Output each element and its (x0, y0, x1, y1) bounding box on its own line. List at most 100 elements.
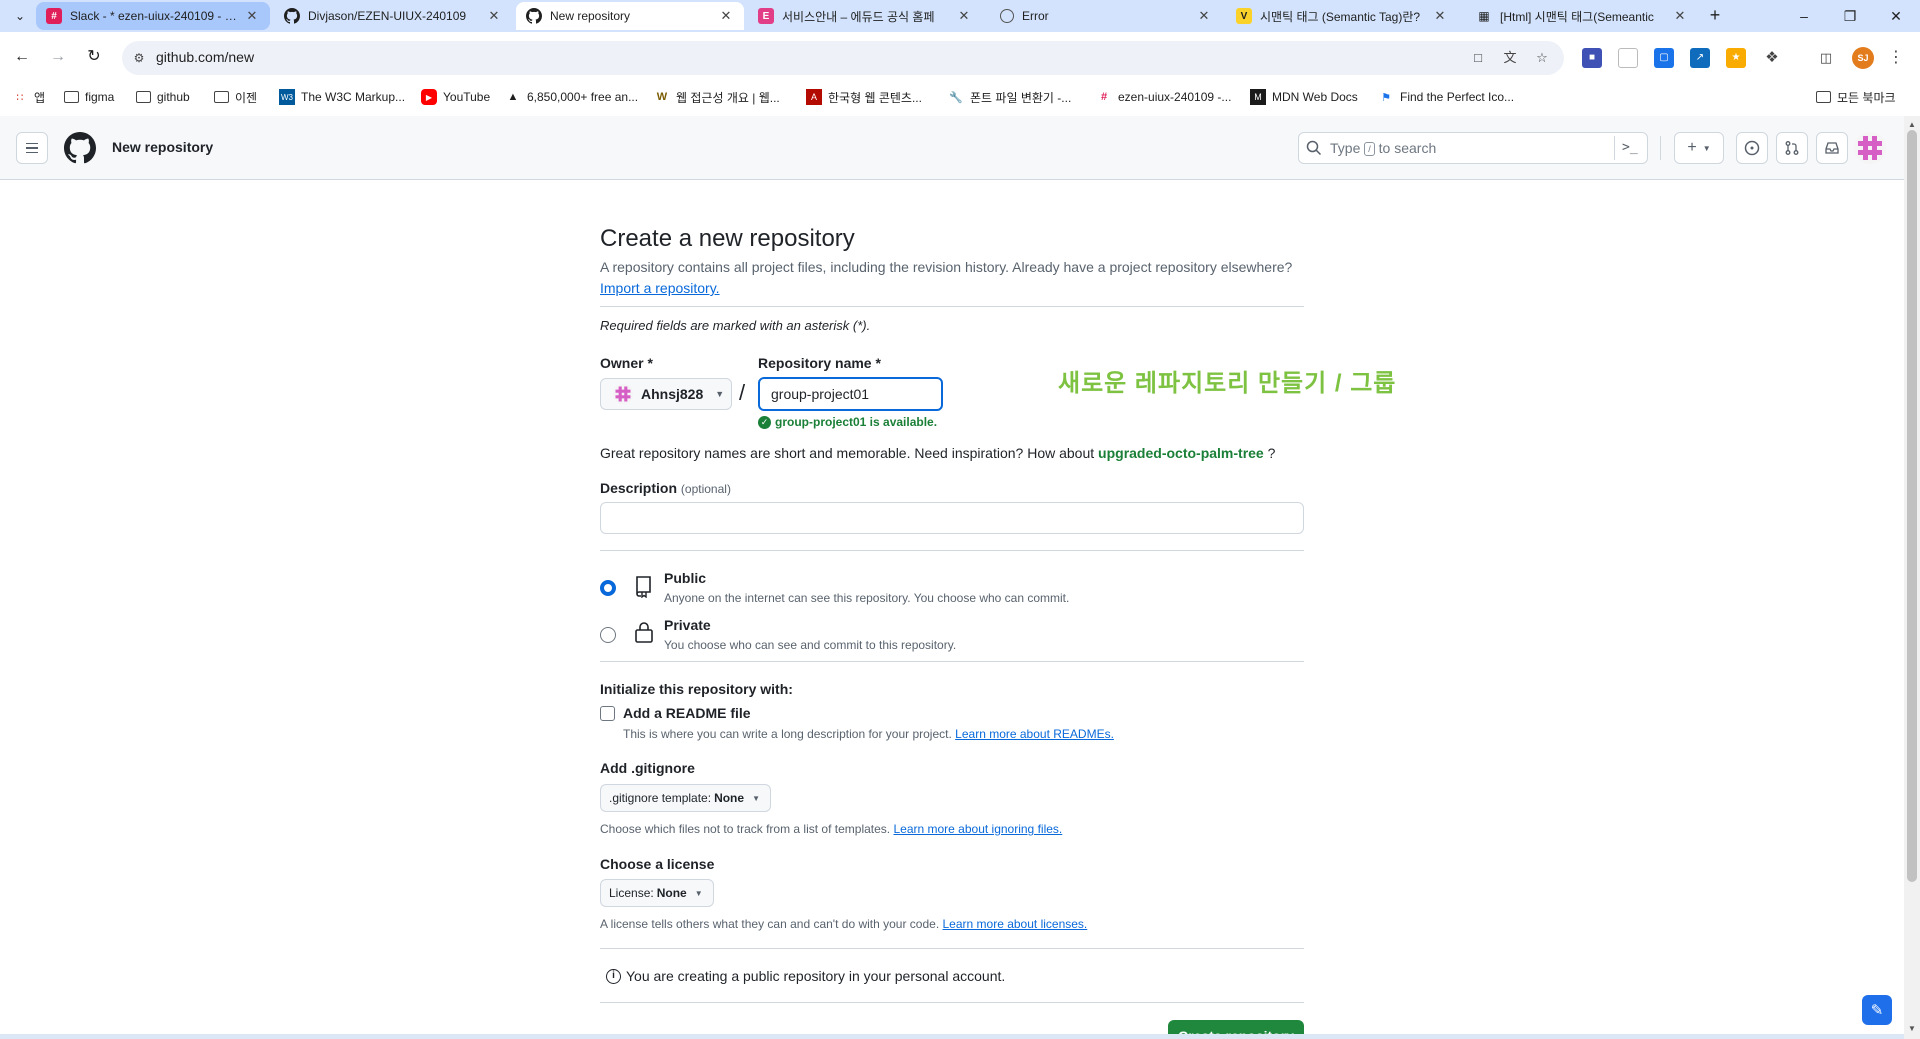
page-context-title[interactable]: New repository (112, 139, 213, 155)
required-fields-note: Required fields are marked with an aster… (600, 318, 871, 333)
public-radio[interactable] (600, 580, 616, 596)
section-divider (600, 550, 1304, 551)
inbox-icon[interactable] (1816, 132, 1848, 164)
tab-title: Divjason/EZEN-UIUX-240109 (308, 9, 467, 23)
side-panel-icon[interactable]: ◫ (1816, 48, 1836, 68)
readme-label[interactable]: Add a README file (623, 705, 751, 721)
bookmark-slack[interactable]: # ezen-uiux-240109 -... (1096, 86, 1231, 108)
pdf-icon: A (806, 89, 822, 105)
address-bar[interactable] (122, 41, 1564, 75)
tab-close-icon[interactable]: ✕ (244, 8, 260, 24)
user-avatar[interactable] (1854, 132, 1886, 164)
repository-name-input[interactable]: group-project01 (758, 377, 943, 411)
triangle-down-icon: ▼ (1702, 143, 1711, 153)
hamburger-menu-icon[interactable] (16, 132, 48, 164)
owner-dropdown[interactable]: Ahnsj828 ▼ (600, 378, 732, 410)
extensions-puzzle-icon[interactable]: ❖ (1762, 48, 1782, 68)
minimize-icon[interactable]: – (1792, 4, 1816, 28)
suggested-name[interactable]: upgraded-octo-palm-tree (1098, 445, 1264, 461)
issues-icon[interactable] (1736, 132, 1768, 164)
address-url[interactable]: github.com/new (156, 49, 254, 65)
flag-icon: ⚑ (1381, 91, 1391, 104)
public-title: Public (664, 570, 707, 586)
bookmark-font-converter[interactable]: 🔧 폰트 파일 변환기 -... (948, 86, 1071, 108)
license-learn-more-link[interactable]: Learn more about licenses. (943, 917, 1088, 931)
bookmark-figma[interactable]: figma (64, 86, 114, 108)
import-repository-link[interactable]: Import a repository. (600, 280, 720, 296)
tab-semantic-tag[interactable]: V 시맨틱 태그 (Semantic Tag)란? ✕ (1226, 2, 1458, 30)
tab-close-icon[interactable]: ✕ (1432, 8, 1448, 24)
bookmark-mdn[interactable]: M MDN Web Docs (1250, 86, 1358, 108)
back-arrow-icon[interactable]: ← (11, 46, 33, 68)
tab-slack[interactable]: # Slack - * ezen-uiux-240109 - … ✕ (36, 2, 270, 30)
extension-4-icon[interactable]: ↗ (1690, 48, 1710, 68)
translate-icon[interactable]: 文 (1500, 48, 1520, 68)
private-description: You choose who can see and commit to thi… (664, 638, 957, 652)
plus-icon: + (1687, 139, 1697, 156)
bookmark-youtube[interactable]: ▶ YouTube (421, 86, 490, 108)
tab-error[interactable]: Error ✕ (990, 2, 1222, 30)
bookmark-label: Find the Perfect Ico... (1400, 90, 1515, 104)
readme-checkbox[interactable] (600, 706, 615, 721)
tab-close-icon[interactable]: ✕ (718, 8, 734, 24)
private-radio[interactable] (600, 627, 616, 643)
gitignore-template-dropdown[interactable]: .gitignore template: None ▼ (600, 784, 771, 812)
tab-close-icon[interactable]: ✕ (1196, 8, 1212, 24)
github-logo-icon[interactable] (64, 132, 97, 164)
license-dropdown[interactable]: License: None ▼ (600, 879, 714, 907)
extension-1-icon[interactable]: ■ (1582, 48, 1602, 68)
bookmark-all[interactable]: 모든 북마크 (1816, 86, 1896, 108)
tab-close-icon[interactable]: ✕ (956, 8, 972, 24)
profile-avatar[interactable]: SJ (1852, 47, 1874, 69)
command-palette-icon[interactable]: >_ (1622, 138, 1642, 158)
readme-description-text: This is where you can write a long descr… (623, 727, 952, 741)
bookmark-flaticon[interactable]: ▲ 6,850,000+ free an... (505, 86, 639, 108)
description-input[interactable] (600, 502, 1304, 534)
bookmark-label: 앱 (34, 90, 46, 105)
wa-icon: W (656, 91, 668, 103)
pen-icon[interactable]: ✎ (1862, 995, 1892, 1025)
scrollbar-thumb[interactable] (1907, 130, 1917, 882)
tab-close-icon[interactable]: ✕ (486, 8, 502, 24)
bookmark-github[interactable]: github (136, 86, 190, 108)
check-circle-icon: ✓ (758, 415, 771, 429)
bookmark-web-accessibility[interactable]: W 웹 접근성 개요 | 웹... (654, 86, 780, 108)
readme-learn-more-link[interactable]: Learn more about READMEs. (955, 727, 1114, 741)
scroll-down-icon[interactable]: ▼ (1904, 1022, 1920, 1036)
bookmark-w3c[interactable]: W3 The W3C Markup... (279, 86, 405, 108)
info-icon: i (606, 968, 621, 984)
new-tab-button[interactable]: + (1703, 4, 1727, 28)
bookmark-star-icon[interactable]: ☆ (1532, 48, 1552, 68)
optional-tag: (optional) (680, 482, 731, 496)
availability-text: group-project01 is available. (775, 415, 938, 429)
bookmark-find-icon[interactable]: ⚑ Find the Perfect Ico... (1378, 86, 1514, 108)
search-divider (1614, 136, 1615, 160)
restore-icon[interactable]: ❐ (1838, 4, 1862, 28)
create-new-button[interactable]: + ▼ (1674, 132, 1724, 164)
extension-5-icon[interactable]: ★ (1726, 48, 1746, 68)
gitignore-description: Choose which files not to track from a l… (600, 822, 1062, 836)
tab-new-repository[interactable]: New repository ✕ (516, 2, 744, 30)
tab-eduwill[interactable]: E 서비스안내 – 에듀드 공식 홈페 ✕ (748, 2, 982, 30)
window-close-icon[interactable]: ✕ (1884, 4, 1908, 28)
gitignore-learn-more-link[interactable]: Learn more about ignoring files. (893, 822, 1062, 836)
browser-menu-icon[interactable]: ⋮ (1886, 48, 1906, 68)
search-placeholder-end: to search (1378, 140, 1437, 156)
tab-html-semantic[interactable]: ▦ [Html] 시맨틱 태그(Semeantic ✕ (1466, 2, 1698, 30)
license-label: Choose a license (600, 856, 715, 872)
extension-3-icon[interactable]: ▢ (1654, 48, 1674, 68)
install-app-icon[interactable]: □ (1468, 48, 1488, 68)
tab-search-chevron-icon[interactable]: ⌄ (8, 4, 32, 28)
bookmark-apps[interactable]: ∷ 앱 (12, 86, 46, 108)
tab-close-icon[interactable]: ✕ (1672, 8, 1688, 24)
bookmark-korean-web-content[interactable]: A 한국형 웹 콘텐츠... (806, 86, 922, 108)
pull-requests-icon[interactable] (1776, 132, 1808, 164)
owner-avatar (613, 384, 633, 404)
extension-2-icon[interactable] (1618, 48, 1638, 68)
tab-github-divjason[interactable]: Divjason/EZEN-UIUX-240109 ✕ (274, 2, 512, 30)
bookmark-ezen[interactable]: 이젠 (214, 86, 257, 108)
reload-icon[interactable]: ↻ (83, 46, 105, 68)
gitignore-description-text: Choose which files not to track from a l… (600, 822, 891, 836)
site-info-icon[interactable]: ⚙ (130, 49, 148, 67)
forward-arrow-icon[interactable]: → (47, 46, 69, 68)
